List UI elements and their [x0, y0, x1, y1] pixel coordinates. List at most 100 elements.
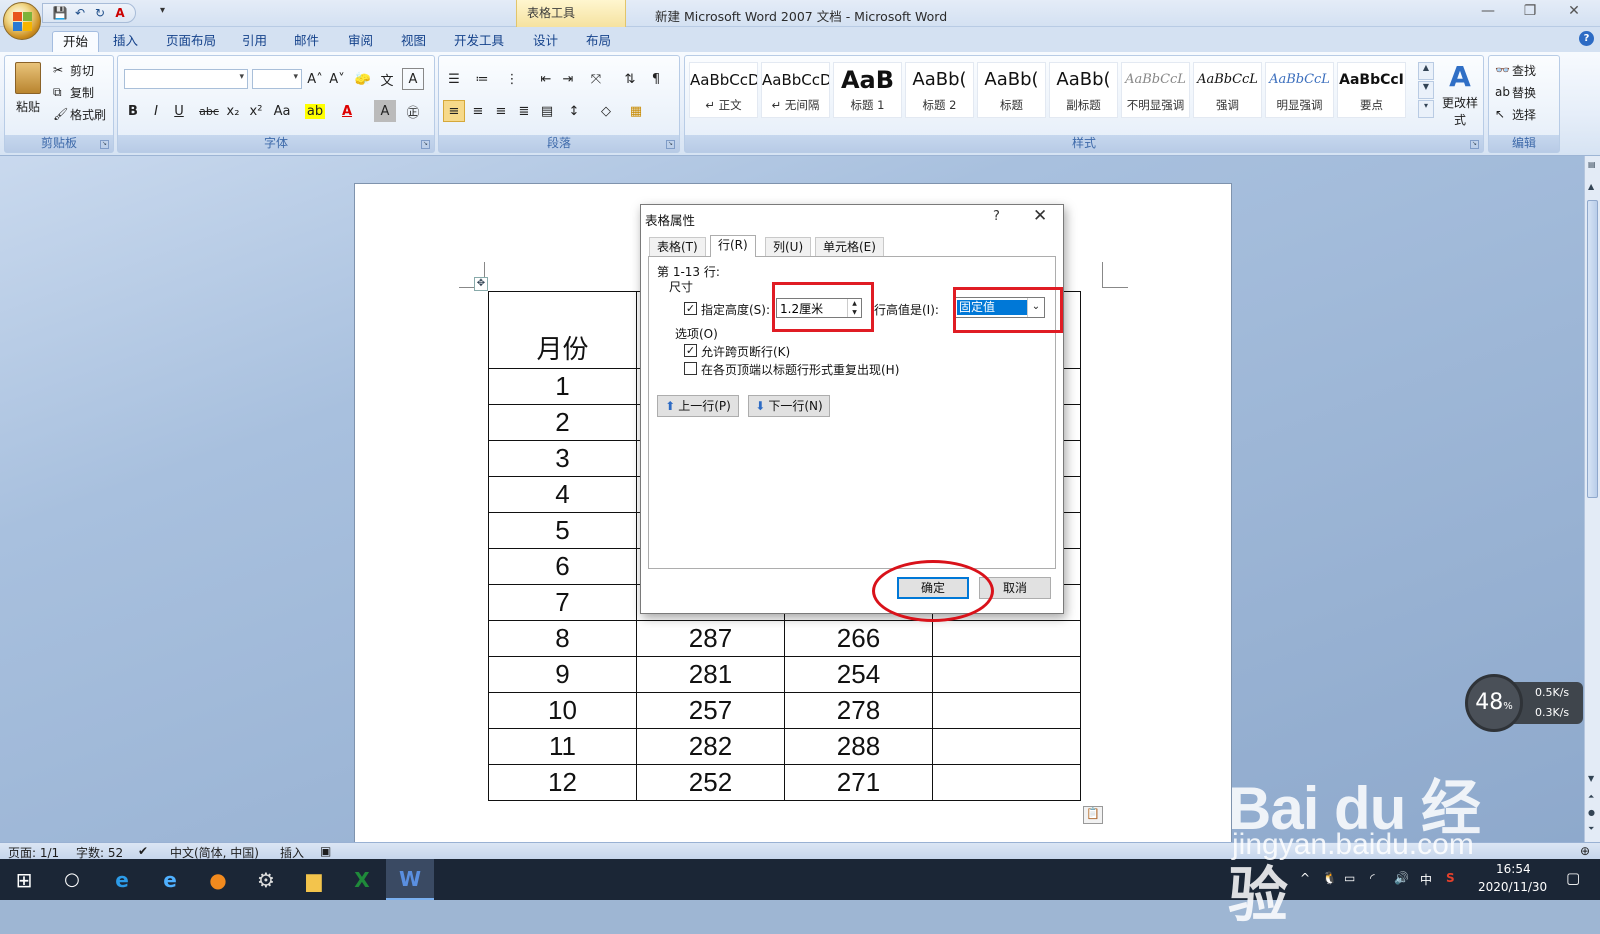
tab-developer[interactable]: 开发工具 — [444, 31, 514, 52]
volume-icon[interactable]: 🔊 — [1394, 871, 1409, 885]
paste-button[interactable]: 粘贴 — [11, 60, 45, 126]
table-cell[interactable]: 257 — [636, 692, 785, 729]
char-shading-button[interactable]: A — [374, 100, 396, 122]
next-page-icon[interactable]: ⏷ — [1588, 824, 1594, 834]
qq-icon[interactable]: 🐧 — [1322, 871, 1337, 885]
font-color-button[interactable]: A — [336, 100, 358, 122]
table-cell[interactable]: 278 — [784, 692, 933, 729]
word-icon[interactable]: W — [386, 859, 434, 900]
tab-page-layout[interactable]: 页面布局 — [156, 31, 226, 52]
clear-format-icon[interactable]: 🧽 — [352, 68, 374, 90]
line-spacing-icon[interactable]: ↕ — [563, 100, 585, 122]
dialog-close-button[interactable]: ✕ — [1033, 206, 1047, 226]
tab-home[interactable]: 开始 — [52, 31, 100, 52]
justify-icon[interactable]: ≣ — [513, 100, 535, 122]
paragraph-launcher-icon[interactable]: ↘ — [666, 140, 675, 149]
table-cell[interactable]: 5 — [488, 512, 637, 549]
table-cell[interactable]: 7 — [488, 584, 637, 621]
battery-icon[interactable]: ▭ — [1344, 871, 1355, 885]
table-cell[interactable] — [932, 620, 1081, 657]
align-left-icon[interactable]: ≡ — [443, 100, 465, 122]
tab-design[interactable]: 设计 — [523, 31, 568, 52]
minimize-button[interactable]: — — [1468, 3, 1508, 23]
strikethrough-button[interactable]: abc — [198, 100, 220, 122]
borders-icon[interactable]: ▦ — [625, 100, 647, 122]
change-case-button[interactable]: Aa — [271, 100, 293, 122]
office-button[interactable] — [3, 2, 41, 40]
close-window-button[interactable]: ✕ — [1554, 3, 1594, 23]
table-cell[interactable]: 271 — [784, 764, 933, 801]
numbering-icon[interactable]: ≔ — [471, 68, 493, 90]
style-item[interactable]: AaBbCcL 明显强调 — [1265, 62, 1334, 118]
notification-icon[interactable]: ▢ — [1566, 869, 1580, 887]
table-cell[interactable]: 4 — [488, 476, 637, 513]
phonetic-guide-icon[interactable]: 文 — [376, 68, 398, 90]
shading-icon[interactable]: ◇ — [595, 100, 617, 122]
settings-gear-icon[interactable]: ⚙ — [242, 859, 290, 900]
undo-icon[interactable]: ↶ — [71, 5, 89, 21]
table-cell[interactable]: 8 — [488, 620, 637, 657]
search-circle-icon[interactable]: ○ — [48, 859, 96, 900]
ime-indicator[interactable]: 中 — [1420, 871, 1432, 888]
table-cell[interactable]: 281 — [636, 656, 785, 693]
tab-layout[interactable]: 布局 — [576, 31, 621, 52]
tab-mailings[interactable]: 邮件 — [284, 31, 329, 52]
table-cell[interactable] — [932, 656, 1081, 693]
table-cell[interactable]: 6 — [488, 548, 637, 585]
table-cell[interactable]: 12 — [488, 764, 637, 801]
table-cell[interactable]: 282 — [636, 728, 785, 765]
previous-page-icon[interactable]: ⏶ — [1588, 792, 1594, 802]
char-border-icon[interactable]: A — [402, 68, 424, 90]
style-item[interactable]: AaB 标题 1 — [833, 62, 902, 118]
wifi-icon[interactable]: ◜ — [1370, 871, 1375, 885]
table-cell[interactable]: 9 — [488, 656, 637, 693]
superscript-button[interactable]: x² — [245, 100, 267, 122]
firefox-icon[interactable]: ● — [194, 859, 242, 900]
style-item[interactable]: AaBb(标题 2 — [905, 62, 974, 118]
allow-row-break-checkbox[interactable]: ✓ — [684, 344, 697, 357]
show-marks-icon[interactable]: ¶ — [645, 68, 667, 90]
tab-column[interactable]: 列(U) — [765, 237, 812, 257]
table-cell[interactable]: 10 — [488, 692, 637, 729]
find-button[interactable]: 👓 查找 — [1495, 60, 1536, 80]
style-item[interactable]: AaBbCcD ↵ 正文 — [689, 62, 758, 118]
tab-references[interactable]: 引用 — [232, 31, 277, 52]
previous-row-button[interactable]: ⬆ 上一行(P) — [657, 395, 739, 417]
tab-cell[interactable]: 单元格(E) — [815, 237, 884, 257]
clock-date[interactable]: 2020/11/30 — [1478, 880, 1547, 894]
table-cell[interactable]: 254 — [784, 656, 933, 693]
table-cell[interactable]: 288 — [784, 728, 933, 765]
underline-button[interactable]: U — [168, 100, 190, 122]
table-cell[interactable] — [932, 728, 1081, 765]
style-item[interactable]: AaBb(标题 — [977, 62, 1046, 118]
redo-icon[interactable]: ↻ — [91, 5, 109, 21]
replace-button[interactable]: ab 替换 — [1495, 82, 1536, 102]
shrink-font-button[interactable]: A˅ — [326, 68, 348, 90]
italic-button[interactable]: I — [145, 100, 167, 122]
enclose-char-icon[interactable]: ㊣ — [402, 100, 424, 122]
browser-e-icon[interactable]: e — [146, 859, 194, 900]
change-styles-button[interactable]: A 更改样式 — [1437, 60, 1483, 128]
clock-time[interactable]: 16:54 — [1496, 862, 1531, 876]
customize-qat-button[interactable]: ▾ — [160, 5, 165, 16]
style-item[interactable]: AaBbCcL 强调 — [1193, 62, 1262, 118]
font-color-icon[interactable]: A — [111, 5, 129, 21]
scroll-up-icon[interactable]: ▲ — [1588, 182, 1594, 191]
tab-view[interactable]: 视图 — [391, 31, 436, 52]
vertical-scrollbar[interactable]: ▤ ▲ ▼ ⏶ ● ⏷ — [1584, 156, 1600, 842]
clipboard-launcher-icon[interactable]: ↘ — [100, 140, 109, 149]
style-item[interactable]: AaBbCcL 不明显强调 — [1121, 62, 1190, 118]
table-cell[interactable]: 月份 — [488, 291, 637, 369]
bold-button[interactable]: B — [122, 100, 144, 122]
dialog-help-button[interactable]: ? — [993, 209, 1000, 224]
network-speed-widget[interactable]: 0.5K/s 0.3K/s 48% — [1465, 674, 1583, 736]
cut-button[interactable]: ✂ 剪切 — [53, 60, 94, 80]
save-icon[interactable]: 💾 — [51, 5, 69, 21]
style-item[interactable]: AaBbCcD ↵ 无间隔 — [761, 62, 830, 118]
align-center-icon[interactable]: ≡ — [467, 100, 489, 122]
sort-icon[interactable]: ⇅ — [619, 68, 641, 90]
highlight-icon[interactable]: ab — [304, 100, 326, 122]
table-cell[interactable]: 266 — [784, 620, 933, 657]
next-row-button[interactable]: ⬇ 下一行(N) — [748, 395, 830, 417]
restore-button[interactable]: ❐ — [1510, 3, 1550, 23]
